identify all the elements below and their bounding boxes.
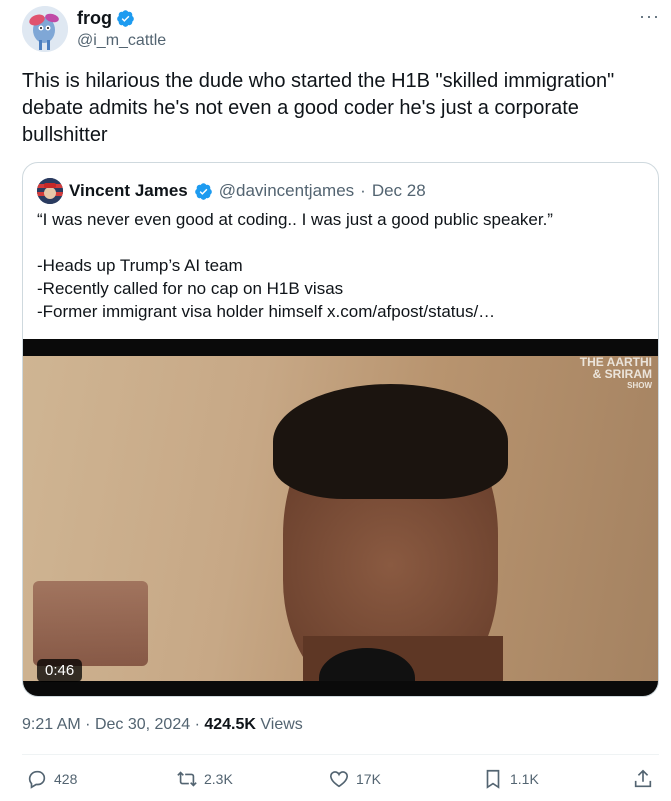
quoted-line: -Heads up Trump’s AI team bbox=[37, 256, 243, 275]
like-count: 17K bbox=[356, 771, 381, 787]
quoted-line: “I was never even good at coding.. I was… bbox=[37, 210, 553, 229]
quoted-line: -Recently called for no cap on H1B visas bbox=[37, 279, 344, 298]
bookmark-button[interactable]: 1.1K bbox=[482, 768, 539, 790]
quoted-author-name[interactable]: Vincent James bbox=[69, 181, 188, 201]
quoted-line: -Former immigrant visa holder himself x.… bbox=[37, 302, 496, 321]
quoted-tweet-text: “I was never even good at coding.. I was… bbox=[37, 208, 647, 323]
video-watermark: THE AARTHI & SRIRAM SHOW bbox=[579, 356, 652, 390]
views-label: Views bbox=[260, 716, 303, 733]
repost-icon bbox=[177, 771, 197, 787]
author-name[interactable]: frog bbox=[77, 8, 112, 29]
tweet-header: frog @i_m_cattle ··· bbox=[22, 6, 662, 56]
like-button[interactable]: 17K bbox=[328, 768, 381, 790]
quoted-tweet[interactable]: Vincent James @davincentjames · Dec 28 “… bbox=[22, 162, 659, 697]
repost-button[interactable]: 2.3K bbox=[176, 768, 233, 790]
video-duration-badge: 0:46 bbox=[37, 659, 83, 682]
tweet-time[interactable]: 9:21 AM bbox=[22, 716, 81, 733]
video-player[interactable]: THE AARTHI & SRIRAM SHOW 0:46 bbox=[23, 339, 658, 696]
repost-count: 2.3K bbox=[204, 771, 233, 787]
quoted-date[interactable]: Dec 28 bbox=[372, 181, 426, 201]
author-handle[interactable]: @i_m_cattle bbox=[77, 32, 166, 50]
reply-icon bbox=[28, 770, 46, 789]
reply-button[interactable]: 428 bbox=[26, 768, 77, 790]
quoted-meta-separator: · bbox=[360, 181, 366, 200]
bookmark-icon bbox=[486, 769, 500, 789]
reply-count: 428 bbox=[54, 771, 78, 787]
author-avatar[interactable] bbox=[22, 6, 68, 52]
share-icon bbox=[634, 769, 652, 788]
author-name-row: frog bbox=[77, 8, 135, 29]
divider bbox=[22, 754, 659, 755]
video-frame[interactable]: THE AARTHI & SRIRAM SHOW bbox=[23, 356, 658, 681]
more-icon[interactable]: ··· bbox=[639, 6, 660, 27]
tweet-timestamp: 9:21 AM · Dec 30, 2024 · 424.5K Views bbox=[22, 716, 303, 733]
verified-badge-icon bbox=[117, 10, 134, 27]
action-bar: 428 2.3K 17K 1.1K bbox=[22, 768, 659, 796]
quoted-author-handle[interactable]: @davincentjames bbox=[219, 181, 354, 201]
like-icon bbox=[329, 771, 349, 788]
tweet-date[interactable]: Dec 30, 2024 bbox=[95, 716, 190, 733]
share-button[interactable] bbox=[632, 768, 654, 790]
bookmark-count: 1.1K bbox=[510, 771, 539, 787]
views-count: 424.5K bbox=[204, 716, 256, 733]
quoted-tweet-header: Vincent James @davincentjames · Dec 28 bbox=[37, 178, 426, 204]
tweet-text: This is hilarious the dude who started t… bbox=[22, 70, 615, 146]
verified-badge-icon bbox=[194, 182, 212, 200]
quoted-author-avatar[interactable] bbox=[37, 178, 63, 204]
